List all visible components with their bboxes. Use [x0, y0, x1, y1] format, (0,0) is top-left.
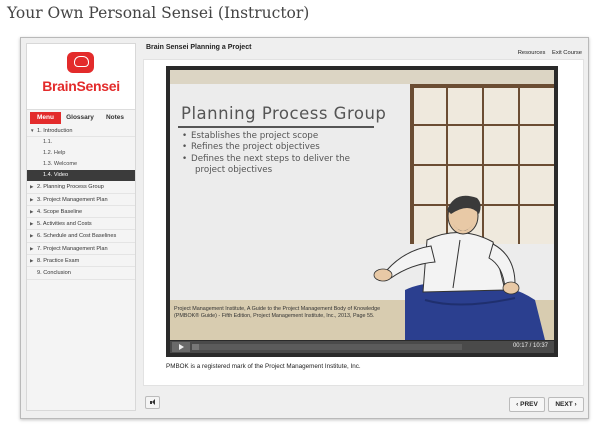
menu-subitem-welcome[interactable]: 1.3. Welcome	[27, 159, 135, 170]
menu-item-label: 8. Practice Exam	[37, 258, 80, 265]
tab-notes[interactable]: Notes	[99, 112, 131, 124]
resources-link[interactable]: Resources	[518, 50, 546, 56]
brain-logo-icon	[67, 52, 94, 73]
bullet-item: Refines the project objectives	[182, 142, 350, 154]
bullet-item: Establishes the project scope	[182, 131, 350, 143]
logo: BrainSensei	[27, 44, 135, 110]
menu-item-label: 7. Project Management Plan	[37, 245, 108, 252]
menu-item-label: 4. Scope Baseline	[37, 208, 83, 215]
top-links: Resources Exit Course	[513, 50, 582, 56]
menu-subitem-video[interactable]: 1.4. Video	[27, 170, 135, 182]
next-button[interactable]: NEXT ›	[548, 397, 584, 412]
content-title: Brain Sensei Planning a Project	[146, 44, 252, 51]
chevron-right-icon: ▶	[30, 208, 34, 214]
video-progress-bar[interactable]	[192, 344, 462, 350]
video-player[interactable]: Planning Process Group Establishes the p…	[166, 66, 558, 357]
menu-list: ▼ 1. Introduction 1.1. 1.2. Help 1.3. We…	[27, 125, 135, 280]
menu-item-label: 3. Project Management Plan	[37, 196, 108, 203]
sidebar-tabs: Menu Glossary Notes	[27, 112, 135, 124]
chevron-right-icon: ▶	[30, 184, 34, 190]
course-player-page: Your Own Personal Sensei (Instructor) Br…	[0, 0, 600, 425]
bullet-item: Defines the next steps to deliver the	[182, 154, 350, 166]
page-heading: Your Own Personal Sensei (Instructor)	[7, 4, 310, 22]
audio-button[interactable]	[145, 396, 160, 409]
menu-item-label: 9. Conclusion	[37, 270, 71, 277]
video-controls: 00:17 / 10:37	[170, 341, 554, 353]
slide-citation: Project Management Institute, A Guide to…	[174, 306, 424, 320]
menu-item-label: 5. Activities and Costs	[37, 221, 92, 228]
slide-title: Planning Process Group	[181, 104, 387, 123]
menu-item-schedule-and-cost-baselines[interactable]: ▶ 6. Schedule and Cost Baselines	[27, 230, 135, 243]
menu-item-label: 2. Planning Process Group	[37, 184, 104, 191]
tab-menu[interactable]: Menu	[30, 112, 61, 124]
wall-beam	[170, 70, 554, 84]
title-underline	[178, 126, 374, 128]
menu-item-introduction[interactable]: ▼ 1. Introduction	[27, 125, 135, 138]
chevron-right-icon: ▶	[30, 221, 34, 227]
menu-item-planning-process-group[interactable]: ▶ 2. Planning Process Group	[27, 181, 135, 194]
tab-glossary[interactable]: Glossary	[61, 112, 99, 124]
citation-line: (PMBOK® Guide) - Fifth Edition, Project …	[174, 313, 375, 319]
chevron-right-icon: ▶	[30, 233, 34, 239]
menu-item-label: 1. Introduction	[37, 128, 73, 134]
menu-subitem-help[interactable]: 1.2. Help	[27, 148, 135, 159]
prev-button[interactable]: ‹ PREV	[509, 397, 545, 412]
chevron-right-icon: ▶	[30, 245, 34, 251]
exit-course-link[interactable]: Exit Course	[552, 50, 582, 56]
chevron-down-icon: ▼	[30, 128, 35, 133]
pmbok-note: PMBOK is a registered mark of the Projec…	[166, 363, 361, 370]
menu-item-conclusion[interactable]: 9. Conclusion	[27, 267, 135, 280]
logo-text: BrainSensei	[42, 78, 120, 94]
chevron-right-icon: ▶	[30, 196, 34, 202]
menu-subitem-1-1[interactable]: 1.1.	[27, 137, 135, 148]
menu-item-project-management-plan-2[interactable]: ▶ 7. Project Management Plan	[27, 243, 135, 256]
video-time: 00:17 / 10:37	[512, 343, 548, 349]
menu-item-label: 6. Schedule and Cost Baselines	[37, 233, 117, 240]
play-button[interactable]	[172, 342, 190, 352]
menu-item-practice-exam[interactable]: ▶ 8. Practice Exam	[27, 255, 135, 268]
sidebar: BrainSensei Menu Glossary Notes ▼ 1. Int…	[26, 43, 136, 411]
bullet-continuation: project objectives	[195, 164, 273, 175]
slide-bullets: Establishes the project scope Refines th…	[182, 131, 350, 176]
video-slide: Planning Process Group Establishes the p…	[170, 70, 554, 340]
menu-item-project-management-plan[interactable]: ▶ 3. Project Management Plan	[27, 194, 135, 206]
menu-item-scope-baseline[interactable]: ▶ 4. Scope Baseline	[27, 206, 135, 219]
menu-item-activities-and-costs[interactable]: ▶ 5. Activities and Costs	[27, 218, 135, 231]
citation-line: Project Management Institute, A Guide to…	[174, 306, 381, 312]
chevron-right-icon: ▶	[30, 258, 34, 264]
video-progress-fill	[192, 344, 200, 350]
